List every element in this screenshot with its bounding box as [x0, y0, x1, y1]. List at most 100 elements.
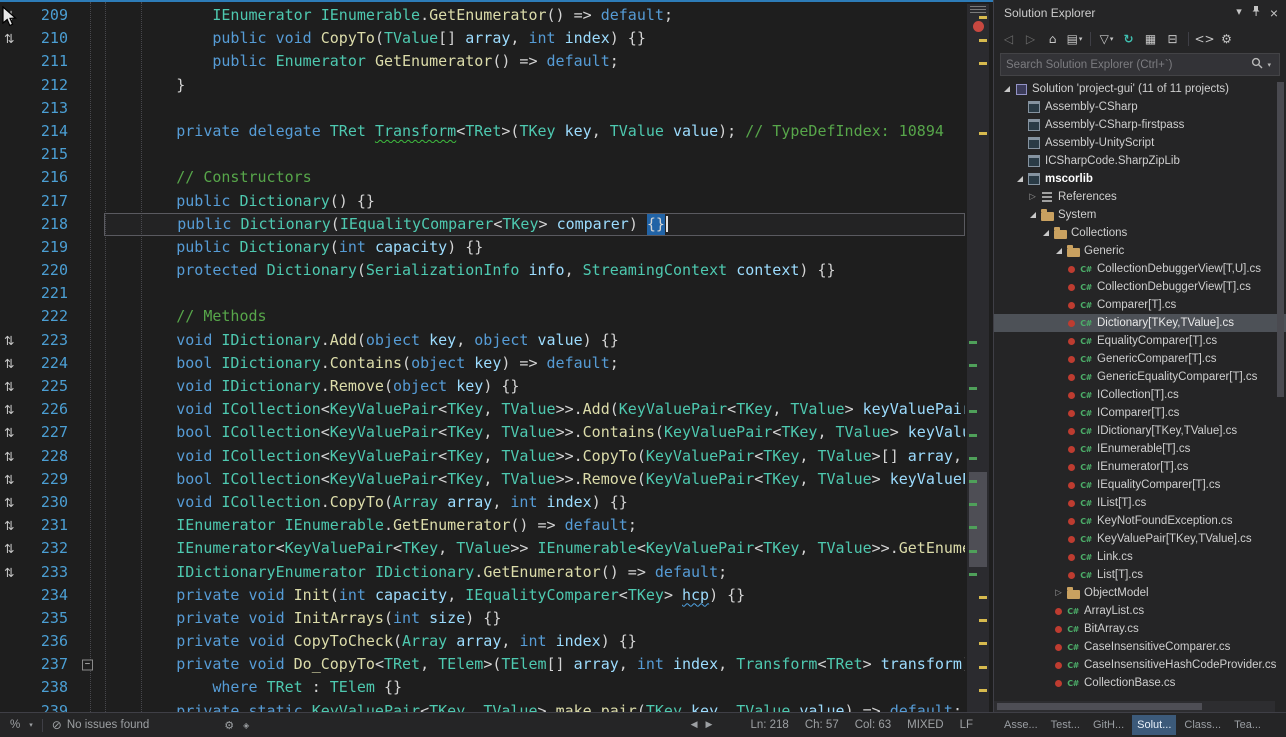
pin-icon[interactable]	[1251, 5, 1261, 20]
code-line[interactable]: 216 // Constructors	[0, 166, 965, 189]
code-text[interactable]: void ICollection<KeyValuePair<TKey, TVal…	[104, 445, 965, 468]
editor-split-handle[interactable]	[970, 6, 986, 15]
code-line[interactable]: 222 // Methods	[0, 305, 965, 328]
code-text[interactable]: IEnumerator<KeyValuePair<TKey, TValue>> …	[104, 537, 965, 560]
code-line[interactable]: 219 public Dictionary(int capacity) {}	[0, 236, 965, 259]
inheritance-margin-icon[interactable]: ⇅	[0, 514, 28, 537]
code-line[interactable]: ⇅209 IEnumerator IEnumerable.GetEnumerat…	[0, 4, 965, 27]
code-text[interactable]: IDictionaryEnumerator IDictionary.GetEnu…	[104, 561, 965, 584]
code-text[interactable]	[104, 97, 965, 120]
inheritance-margin-icon[interactable]: ⇅	[0, 421, 28, 444]
tree-item[interactable]: System	[994, 206, 1286, 224]
panel-horizontal-scrollbar[interactable]	[994, 701, 1275, 712]
tree-item[interactable]: Assembly-UnityScript	[994, 134, 1286, 152]
filter-button[interactable]: ▽▾	[1096, 29, 1117, 49]
window-position-icon[interactable]: ▾	[1236, 7, 1242, 18]
code-editor[interactable]: ⇅209 IEnumerator IEnumerable.GetEnumerat…	[0, 0, 993, 712]
code-text[interactable]: bool ICollection<KeyValuePair<TKey, TVal…	[104, 468, 965, 491]
code-text[interactable]: // Methods	[104, 305, 965, 328]
code-line[interactable]: 214 private delegate TRet Transform<TRet…	[0, 120, 965, 143]
inheritance-margin-icon[interactable]: ⇅	[0, 561, 28, 584]
no-issues-label[interactable]: No issues found	[67, 719, 149, 731]
code-text[interactable]: IEnumerator IEnumerable.GetEnumerator() …	[104, 4, 965, 27]
code-line[interactable]: 212 }	[0, 74, 965, 97]
tree-item[interactable]: C#Link.cs	[994, 548, 1286, 566]
inheritance-margin-icon[interactable]: ⇅	[0, 398, 28, 421]
tree-item[interactable]: C#IEnumerator[T].cs	[994, 458, 1286, 476]
code-line[interactable]: ⇅231 IEnumerator IEnumerable.GetEnumerat…	[0, 514, 965, 537]
code-line[interactable]: 215	[0, 143, 965, 166]
file-health-indicator[interactable]	[973, 21, 984, 32]
code-line[interactable]: ⇅227 bool ICollection<KeyValuePair<TKey,…	[0, 421, 965, 444]
char-indicator[interactable]: Ch: 57	[805, 719, 839, 731]
inheritance-margin-icon[interactable]: ⇅	[0, 375, 28, 398]
nav-back-icon[interactable]: ◀	[691, 720, 698, 730]
code-text[interactable]	[104, 143, 965, 166]
tree-item[interactable]: C#CaseInsensitiveComparer.cs	[994, 638, 1286, 656]
expand-arrow-icon[interactable]: ▷	[1052, 588, 1065, 598]
tree-item[interactable]: C#IDictionary[TKey,TValue].cs	[994, 422, 1286, 440]
tool-window-tab[interactable]: Test...	[1046, 715, 1085, 735]
tree-item[interactable]: C#IComparer[T].cs	[994, 404, 1286, 422]
scrollbar-thumb[interactable]	[997, 703, 1202, 710]
code-text[interactable]: where TRet : TElem {}	[104, 676, 965, 699]
column-indicator[interactable]: Col: 63	[855, 719, 891, 731]
tree-item[interactable]: ▷ObjectModel	[994, 584, 1286, 602]
code-text[interactable]: IEnumerator IEnumerable.GetEnumerator() …	[104, 514, 965, 537]
code-text[interactable]: void IDictionary.Remove(object key) {}	[104, 375, 965, 398]
inheritance-margin-icon[interactable]: ⇅	[0, 537, 28, 560]
code-line[interactable]: 218 public Dictionary(IEqualityComparer<…	[0, 213, 965, 236]
search-options-caret-icon[interactable]: ▾	[1267, 61, 1271, 69]
code-line[interactable]: 236 private void CopyToCheck(Array array…	[0, 630, 965, 653]
code-text[interactable]: void ICollection.CopyTo(Array array, int…	[104, 491, 965, 514]
tree-item[interactable]: Assembly-CSharp-firstpass	[994, 116, 1286, 134]
panel-title-bar[interactable]: Solution Explorer ▾ ×	[994, 0, 1286, 25]
tree-item[interactable]: C#CollectionDebuggerView[T,U].cs	[994, 260, 1286, 278]
tree-item[interactable]: C#ICollection[T].cs	[994, 386, 1286, 404]
code-line[interactable]: 235 private void InitArrays(int size) {}	[0, 607, 965, 630]
tree-item[interactable]: C#List[T].cs	[994, 566, 1286, 584]
code-text[interactable]: void ICollection<KeyValuePair<TKey, TVal…	[104, 398, 965, 421]
tool-window-tab[interactable]: Asse...	[999, 715, 1043, 735]
collapse-all-button[interactable]: ⊟	[1162, 29, 1183, 49]
code-line[interactable]: ⇅225 void IDictionary.Remove(object key)…	[0, 375, 965, 398]
encoding-indicator[interactable]: MIXED	[907, 719, 943, 731]
code-line[interactable]: 237− private void Do_CopyTo<TRet, TElem>…	[0, 653, 965, 676]
code-text[interactable]: public Enumerator GetEnumerator() => def…	[104, 50, 965, 73]
dropdown-caret-icon[interactable]: ▾	[29, 721, 33, 729]
code-text[interactable]: private void CopyToCheck(Array array, in…	[104, 630, 965, 653]
tool-window-tab[interactable]: Class...	[1179, 715, 1226, 735]
editor-vertical-scrollbar[interactable]	[967, 4, 989, 712]
code-text[interactable]: private void InitArrays(int size) {}	[104, 607, 965, 630]
tree-item[interactable]: C#EqualityComparer[T].cs	[994, 332, 1286, 350]
tool-window-tab[interactable]: Tea...	[1229, 715, 1266, 735]
expand-arrow-icon[interactable]: ▷	[1026, 192, 1039, 202]
sync-with-active-document-button[interactable]: ↻	[1118, 29, 1139, 49]
close-icon[interactable]: ×	[1270, 6, 1278, 20]
panel-vertical-scrollbar[interactable]	[1276, 80, 1285, 700]
switch-views-button[interactable]: ▤▾	[1064, 29, 1085, 49]
collapse-region-icon[interactable]: −	[82, 659, 93, 670]
tree-item[interactable]: Assembly-CSharp	[994, 98, 1286, 116]
eol-indicator[interactable]: LF	[960, 719, 973, 731]
search-box[interactable]: ▾	[1000, 53, 1280, 76]
tree-item[interactable]: ICSharpCode.SharpZipLib	[994, 152, 1286, 170]
tree-item[interactable]: C#ArrayList.cs	[994, 602, 1286, 620]
search-input[interactable]	[1006, 59, 1251, 71]
code-text[interactable]: }	[104, 74, 965, 97]
code-text[interactable]: private static KeyValuePair<TKey, TValue…	[104, 700, 965, 712]
tree-item[interactable]: C#CaseInsensitiveHashCodeProvider.cs	[994, 656, 1286, 674]
show-all-files-button[interactable]: ▦	[1140, 29, 1161, 49]
code-line[interactable]: 221	[0, 282, 965, 305]
code-text[interactable]: public Dictionary() {}	[104, 190, 965, 213]
tree-item[interactable]: C#CollectionDebuggerView[T].cs	[994, 278, 1286, 296]
code-line[interactable]: 220 protected Dictionary(SerializationIn…	[0, 259, 965, 282]
tree-item[interactable]: C#Comparer[T].cs	[994, 296, 1286, 314]
tree-item[interactable]: C#IEqualityComparer[T].cs	[994, 476, 1286, 494]
code-text[interactable]: public Dictionary(int capacity) {}	[104, 236, 965, 259]
code-line[interactable]: 217 public Dictionary() {}	[0, 190, 965, 213]
tree-item[interactable]: Generic	[994, 242, 1286, 260]
code-line[interactable]: ⇅230 void ICollection.CopyTo(Array array…	[0, 491, 965, 514]
tree-item[interactable]: mscorlib	[994, 170, 1286, 188]
tree-item[interactable]: C#GenericEqualityComparer[T].cs	[994, 368, 1286, 386]
